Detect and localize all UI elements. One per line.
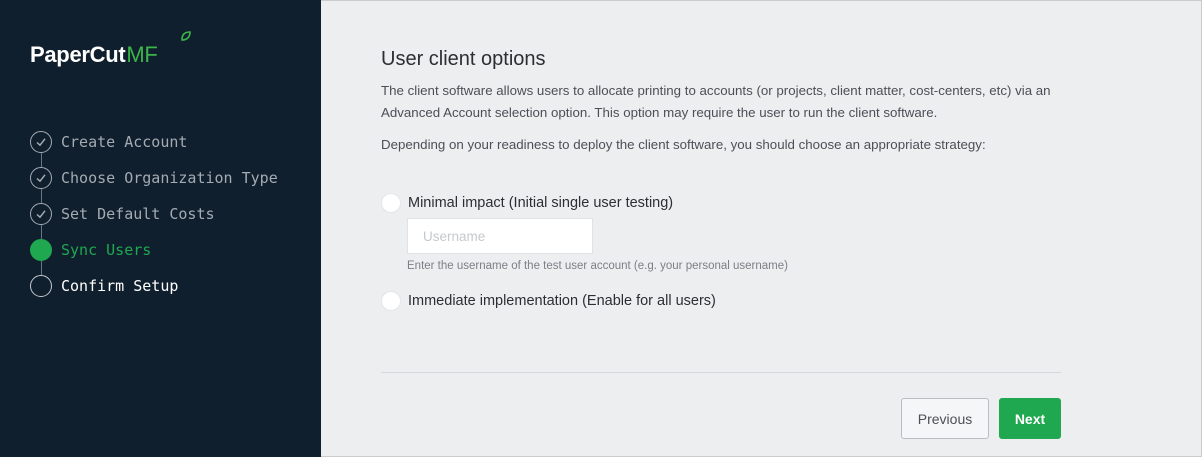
step-label: Set Default Costs [61, 205, 215, 223]
papercut-logo: PaperCut MF [30, 31, 191, 68]
step-confirm-setup: Confirm Setup [30, 275, 178, 297]
option-immediate-implementation[interactable]: Immediate implementation (Enable for all… [381, 291, 716, 311]
page-description: The client software allows users to allo… [381, 83, 1051, 120]
step-label: Create Account [61, 133, 188, 151]
username-hint: Enter the username of the test user acco… [407, 260, 788, 272]
next-button[interactable]: Next [999, 398, 1061, 439]
empty-circle-icon [30, 275, 52, 297]
setup-sidebar: PaperCut MF Create Account Choose Organiz… [0, 0, 321, 457]
minimal-impact-radio[interactable] [381, 193, 401, 213]
check-circle-icon [30, 203, 52, 225]
step-set-default-costs: Set Default Costs [30, 203, 215, 225]
logo-text: PaperCut [30, 42, 126, 67]
step-label: Choose Organization Type [61, 169, 278, 187]
radio-label[interactable]: Immediate implementation (Enable for all… [408, 293, 716, 309]
username-input[interactable] [407, 218, 593, 254]
leaf-icon [181, 31, 191, 41]
step-choose-organization-type: Choose Organization Type [30, 167, 278, 189]
active-step-dot-icon [30, 239, 52, 261]
check-circle-icon [30, 131, 52, 153]
step-label: Confirm Setup [61, 277, 179, 295]
step-create-account: Create Account [30, 131, 187, 153]
step-label: Sync Users [61, 241, 152, 259]
strategy-prompt: Depending on your readiness to deploy th… [381, 137, 986, 152]
radio-label[interactable]: Minimal impact (Initial single user test… [408, 195, 673, 211]
option-minimal-impact[interactable]: Minimal impact (Initial single user test… [381, 193, 673, 213]
previous-button[interactable]: Previous [901, 398, 989, 439]
check-circle-icon [30, 167, 52, 189]
immediate-implementation-radio[interactable] [381, 291, 401, 311]
page-title: User client options [381, 48, 546, 70]
footer-divider [381, 372, 1061, 373]
logo-suffix: MF [126, 42, 158, 67]
step-sync-users: Sync Users [30, 239, 151, 261]
